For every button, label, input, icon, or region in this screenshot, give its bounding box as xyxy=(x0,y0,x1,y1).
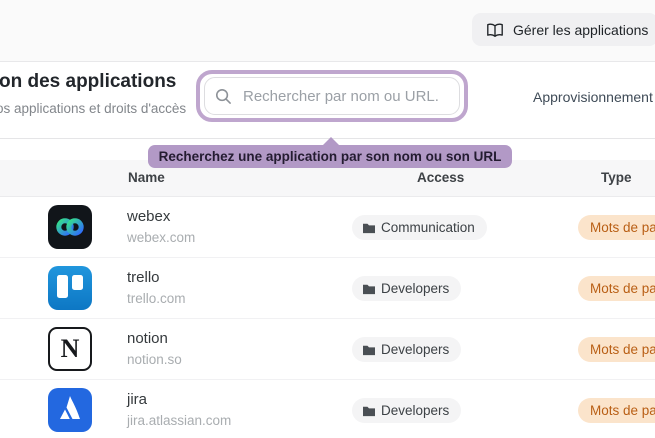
access-group-pill: Developers xyxy=(352,276,461,301)
access-group-label: Developers xyxy=(381,403,449,418)
notion-logo-icon: N xyxy=(48,327,92,371)
type-badge-label: Mots de passe xyxy=(590,220,655,235)
webex-logo-icon xyxy=(48,205,92,249)
table-row-jira[interactable]: jira jira.atlassian.com Developers Mots … xyxy=(0,380,655,438)
open-book-icon xyxy=(486,22,504,38)
app-name-block: notion notion.so xyxy=(127,330,182,367)
app-name: webex xyxy=(127,208,195,225)
app-name: trello xyxy=(127,269,186,286)
folder-icon xyxy=(362,283,376,295)
app-window: Gérer les applications on des applicatio… xyxy=(0,0,655,438)
access-group-pill: Developers xyxy=(352,398,461,423)
folder-icon xyxy=(362,222,376,234)
search-icon xyxy=(215,88,232,105)
column-header-access: Access xyxy=(417,170,464,185)
type-badge: Mots de passe xyxy=(578,398,655,423)
table-row-webex[interactable]: webex webex.com Communication Mots de pa… xyxy=(0,197,655,258)
manage-applications-button[interactable]: Gérer les applications xyxy=(472,13,655,46)
folder-icon xyxy=(362,344,376,356)
type-badge-label: Mots de passe xyxy=(590,281,655,296)
page-subtitle: os applications et droits d'accès xyxy=(0,101,186,116)
search-focus-ring xyxy=(196,70,468,122)
trello-logo-icon xyxy=(48,266,92,310)
app-name-block: jira jira.atlassian.com xyxy=(127,391,231,428)
type-badge: Mots de passe xyxy=(578,276,655,301)
page-title: on des applications xyxy=(0,71,176,93)
app-name: jira xyxy=(127,391,231,408)
access-group-label: Developers xyxy=(381,342,449,357)
app-url: jira.atlassian.com xyxy=(127,413,231,428)
folder-icon xyxy=(362,405,376,417)
access-group-label: Communication xyxy=(381,220,475,235)
type-badge-label: Mots de passe xyxy=(590,403,655,418)
app-url: webex.com xyxy=(127,230,195,245)
table-row-notion[interactable]: N notion notion.so Developers Mots de pa… xyxy=(0,319,655,380)
jira-logo-icon xyxy=(48,388,92,432)
access-group-pill: Developers xyxy=(352,337,461,362)
app-name: notion xyxy=(127,330,182,347)
type-badge: Mots de passe xyxy=(578,215,655,240)
search-box[interactable] xyxy=(204,77,460,115)
search-tooltip: Recherchez une application par son nom o… xyxy=(148,145,512,168)
app-url: notion.so xyxy=(127,352,182,367)
table-row-trello[interactable]: trello trello.com Developers Mots de pas… xyxy=(0,258,655,319)
search-input[interactable] xyxy=(241,87,449,106)
app-name-block: trello trello.com xyxy=(127,269,186,306)
type-badge: Mots de passe xyxy=(578,337,655,362)
access-group-pill: Communication xyxy=(352,215,487,240)
column-header-name: Name xyxy=(128,170,165,185)
access-group-label: Developers xyxy=(381,281,449,296)
tab-approvisionnement[interactable]: Approvisionnement xyxy=(533,89,653,105)
app-name-block: webex webex.com xyxy=(127,208,195,245)
column-header-type: Type xyxy=(601,170,632,185)
manage-applications-label: Gérer les applications xyxy=(513,22,648,38)
app-url: trello.com xyxy=(127,291,186,306)
type-badge-label: Mots de passe xyxy=(590,342,655,357)
